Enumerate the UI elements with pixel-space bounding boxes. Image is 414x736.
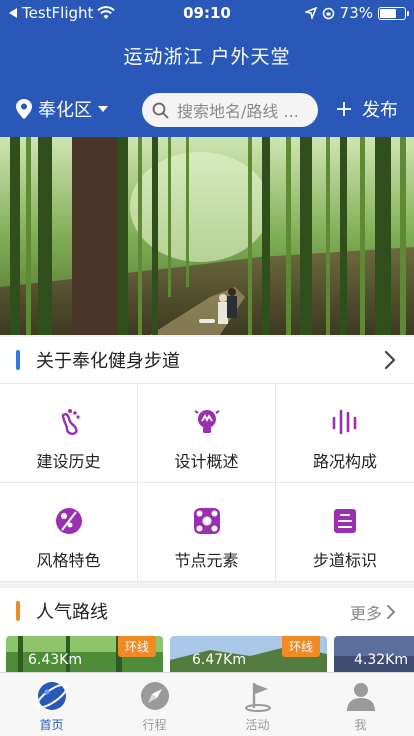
tab-home[interactable]: 首页 [0, 679, 103, 733]
grid-label: 风格特色 [36, 551, 101, 570]
grid-item-history[interactable]: 建设历史 [0, 384, 138, 483]
route-card[interactable]: 4.32Km [334, 636, 414, 672]
search-placeholder: 搜索地名/路线 ... [177, 102, 299, 121]
popular-section: 人气路线 更多 6.43Km 环线 6.47Km 环线 4.32Km [0, 588, 414, 672]
user-icon [346, 683, 375, 711]
banner-pagination [0, 319, 414, 323]
about-title: 关于奉化健身步道 [36, 351, 180, 372]
caret-down-icon [98, 106, 108, 112]
planet-icon [35, 682, 68, 710]
search-icon [152, 102, 169, 118]
search-input[interactable]: 搜索地名/路线 ... [142, 93, 318, 127]
page-title: 运动浙江 户外天堂 [123, 46, 291, 68]
banner-dot-active[interactable] [199, 319, 215, 323]
status-right: 73% [304, 4, 409, 22]
location-selector[interactable]: 奉化区 [16, 96, 108, 122]
nodes-icon [191, 505, 223, 537]
bars-icon [329, 406, 361, 438]
grid-item-road[interactable]: 路况构成 [276, 384, 414, 483]
more-label: 更多 [349, 604, 382, 623]
popular-header: 人气路线 更多 [0, 588, 414, 634]
grid-label: 建设历史 [36, 452, 101, 471]
popular-title: 人气路线 [36, 602, 108, 623]
route-distance: 6.47Km [192, 652, 246, 668]
map-pin-icon [16, 99, 32, 119]
rotation-lock-icon [322, 7, 334, 19]
footprint-icon [53, 406, 85, 438]
publish-button[interactable]: 发布 [336, 96, 398, 122]
tab-itinerary[interactable]: 行程 [103, 679, 206, 733]
chevron-right-icon [387, 605, 396, 619]
grid-item-sign[interactable]: 步道标识 [276, 483, 414, 582]
chevron-right-icon [384, 350, 396, 370]
tab-label: 活动 [245, 718, 270, 732]
grid-label: 节点元素 [174, 551, 239, 570]
app-screen: TestFlight 09:10 73% 运动浙江 户外天堂 奉化区 搜索地名/… [0, 0, 414, 736]
grid-item-style[interactable]: 风格特色 [0, 483, 138, 582]
sign-icon [329, 505, 361, 537]
palette-icon [53, 505, 85, 537]
battery-percent: 73% [339, 4, 373, 22]
grid-label: 路况构成 [312, 452, 377, 471]
tab-label: 行程 [142, 718, 167, 732]
top-header: TestFlight 09:10 73% 运动浙江 户外天堂 奉化区 搜索地名/… [0, 0, 414, 137]
route-card[interactable]: 6.43Km 环线 [6, 636, 163, 672]
about-accent-bar [16, 350, 20, 370]
location-arrow-icon [304, 7, 317, 19]
route-tag: 环线 [117, 636, 156, 657]
grid-label: 设计概述 [174, 452, 239, 471]
plus-icon [337, 102, 351, 116]
about-header[interactable]: 关于奉化健身步道 [0, 337, 414, 384]
bamboo-forest-image [0, 137, 414, 335]
about-section: 关于奉化健身步道 建设历史 设计概述 路况构成 风格特色 节点元素 步道标识 [0, 337, 414, 582]
route-distance: 4.32Km [354, 652, 408, 668]
location-label: 奉化区 [38, 100, 92, 121]
grid-item-nodes[interactable]: 节点元素 [138, 483, 276, 582]
lightbulb-icon [191, 406, 223, 438]
publish-label: 发布 [362, 100, 398, 121]
popular-accent-bar [16, 601, 20, 621]
tab-activity[interactable]: 活动 [206, 679, 309, 733]
tab-label: 首页 [39, 718, 64, 732]
flag-icon [244, 683, 271, 712]
battery-icon [378, 6, 409, 20]
about-grid: 建设历史 设计概述 路况构成 风格特色 节点元素 步道标识 [0, 384, 414, 582]
compass-icon [140, 682, 169, 710]
route-card[interactable]: 6.47Km 环线 [170, 636, 327, 672]
grid-label: 步道标识 [312, 551, 377, 570]
tab-me[interactable]: 我 [309, 679, 412, 733]
route-tag: 环线 [281, 636, 320, 657]
more-link[interactable]: 更多 [350, 600, 396, 624]
status-bar: TestFlight 09:10 73% [0, 0, 414, 26]
bottom-tab-bar: 首页 行程 活动 我 [0, 672, 414, 736]
tab-label: 我 [354, 718, 367, 732]
route-distance: 6.43Km [28, 652, 82, 668]
hero-banner[interactable] [0, 137, 414, 335]
grid-item-design[interactable]: 设计概述 [138, 384, 276, 483]
battery-level [380, 8, 396, 18]
